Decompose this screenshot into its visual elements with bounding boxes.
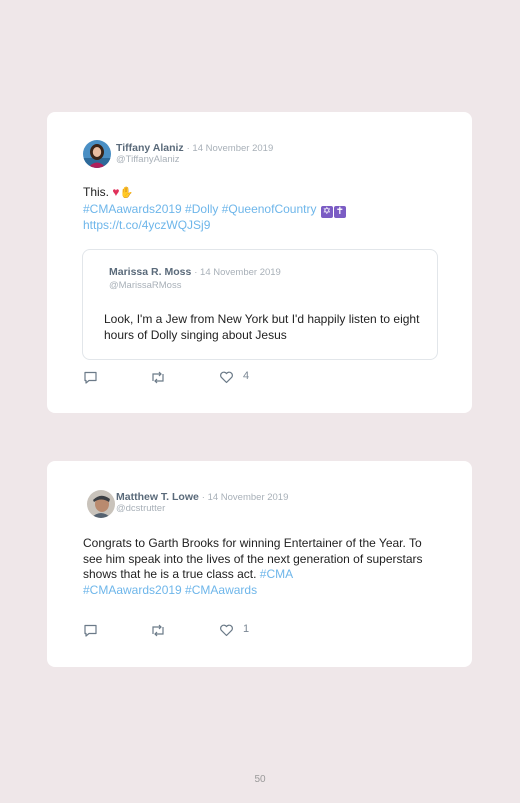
tweet-date[interactable]: 14 November 2019 xyxy=(192,143,273,154)
latin-cross-icon: ✝ xyxy=(333,205,346,218)
page-number: 50 xyxy=(254,774,266,785)
avatar[interactable] xyxy=(87,490,115,518)
hashtags[interactable]: #CMAawards2019 #Dolly #QueenofCountry xyxy=(83,202,316,216)
quoted-author-name[interactable]: Marissa R. Moss xyxy=(109,266,191,278)
retweet-icon[interactable] xyxy=(150,623,166,638)
author-handle[interactable]: @dcstrutter xyxy=(116,503,165,514)
retweet-icon[interactable] xyxy=(150,370,166,385)
author-name[interactable]: Tiffany Alaniz xyxy=(116,142,184,154)
like-count: 1 xyxy=(243,623,250,635)
quoted-tweet-text: Look, I'm a Jew from New York but I'd ha… xyxy=(104,312,420,342)
tweet-link[interactable]: https://t.co/4yczWQJSj9 xyxy=(83,218,210,232)
tweet-card: Tiffany Alaniz · 14 November 2019 @Tiffa… xyxy=(47,112,472,413)
quoted-author-handle[interactable]: @MarissaRMoss xyxy=(109,280,181,291)
heart-icon[interactable] xyxy=(219,623,234,638)
avatar[interactable] xyxy=(83,140,111,168)
author-name[interactable]: Matthew T. Lowe xyxy=(116,491,199,503)
hashtags[interactable]: #CMAawards2019 #CMAawards xyxy=(83,583,257,597)
tweet-date[interactable]: 14 November 2019 xyxy=(208,492,289,503)
quoted-tweet-date: 14 November 2019 xyxy=(200,267,281,278)
reply-icon[interactable] xyxy=(83,370,98,385)
like-count: 4 xyxy=(243,370,250,382)
tweet-card: Matthew T. Lowe · 14 November 2019 @dcst… xyxy=(47,461,472,667)
tweet-actions: 4 xyxy=(83,370,283,386)
reply-icon[interactable] xyxy=(83,623,98,638)
tweet-text: This. ♥✋ #CMAawards2019 #Dolly #QueenofC… xyxy=(83,185,443,233)
hashtag-inline[interactable]: #CMA xyxy=(260,567,293,581)
tweet-text: Congrats to Garth Brooks for winning Ent… xyxy=(83,536,443,598)
tweet-text-lead: This. xyxy=(83,185,110,199)
quoted-tweet[interactable]: Marissa R. Moss · 14 November 2019 @Mari… xyxy=(82,249,438,360)
tweet-body: Congrats to Garth Brooks for winning Ent… xyxy=(83,536,423,581)
heart-icon[interactable] xyxy=(219,370,234,385)
star-of-david-icon: ✡ xyxy=(320,205,333,218)
folded-hands-icon: ✋ xyxy=(119,187,134,199)
tweet-actions: 1 xyxy=(83,623,283,639)
author-handle[interactable]: @TiffanyAlaniz xyxy=(116,154,180,165)
